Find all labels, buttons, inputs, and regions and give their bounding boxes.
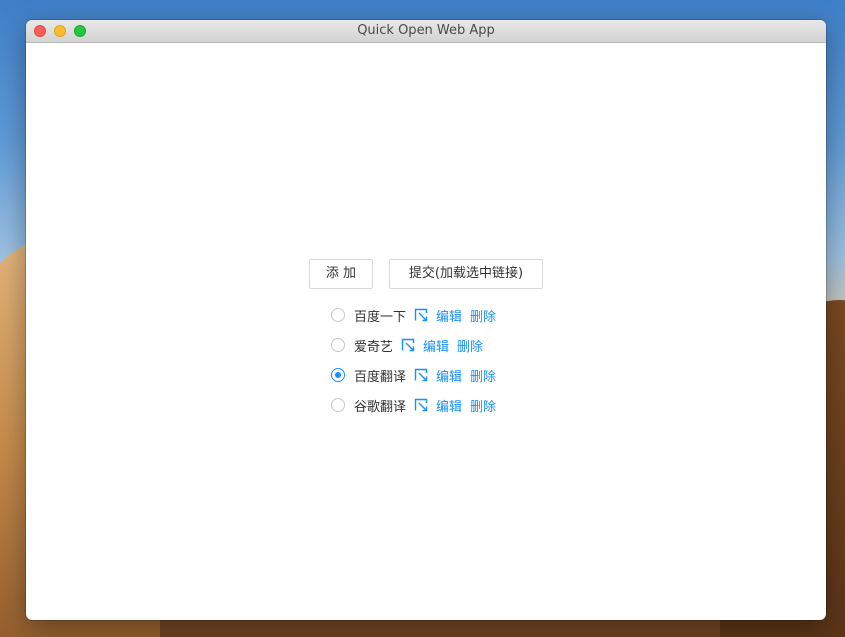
item-name[interactable]: 百度翻译 <box>354 366 406 385</box>
delete-link[interactable]: 删除 <box>470 366 496 385</box>
external-link-icon[interactable] <box>414 398 428 412</box>
delete-link[interactable]: 删除 <box>470 396 496 415</box>
external-link-icon[interactable] <box>401 338 415 352</box>
add-button[interactable]: 添 加 <box>309 259 373 289</box>
edit-link[interactable]: 编辑 <box>423 336 449 355</box>
link-list: 百度一下 编辑 删除 爱奇艺 编辑 删除 百度翻译 编辑 删除 谷歌翻译 编辑 … <box>331 300 591 420</box>
desktop-background: Quick Open Web App 添 加 提交(加载选中链接) 百度一下 编… <box>0 0 845 637</box>
external-link-icon[interactable] <box>414 308 428 322</box>
app-window: Quick Open Web App 添 加 提交(加载选中链接) 百度一下 编… <box>26 20 826 620</box>
item-name[interactable]: 百度一下 <box>354 306 406 325</box>
radio-button[interactable] <box>331 338 345 352</box>
submit-button[interactable]: 提交(加载选中链接) <box>389 259 543 289</box>
radio-button[interactable] <box>331 368 345 382</box>
delete-link[interactable]: 删除 <box>457 336 483 355</box>
edit-link[interactable]: 编辑 <box>436 306 462 325</box>
list-item: 谷歌翻译 编辑 删除 <box>331 390 591 420</box>
list-item: 百度翻译 编辑 删除 <box>331 360 591 390</box>
window-title: Quick Open Web App <box>357 23 495 38</box>
main-content: 添 加 提交(加载选中链接) 百度一下 编辑 删除 爱奇艺 编辑 删除 百度翻译… <box>26 43 826 620</box>
radio-button[interactable] <box>331 308 345 322</box>
radio-button[interactable] <box>331 398 345 412</box>
edit-link[interactable]: 编辑 <box>436 366 462 385</box>
external-link-icon[interactable] <box>414 368 428 382</box>
list-item: 爱奇艺 编辑 删除 <box>331 330 591 360</box>
title-bar[interactable]: Quick Open Web App <box>26 20 826 43</box>
item-name[interactable]: 爱奇艺 <box>354 336 393 355</box>
list-item: 百度一下 编辑 删除 <box>331 300 591 330</box>
item-name[interactable]: 谷歌翻译 <box>354 396 406 415</box>
edit-link[interactable]: 编辑 <box>436 396 462 415</box>
delete-link[interactable]: 删除 <box>470 306 496 325</box>
